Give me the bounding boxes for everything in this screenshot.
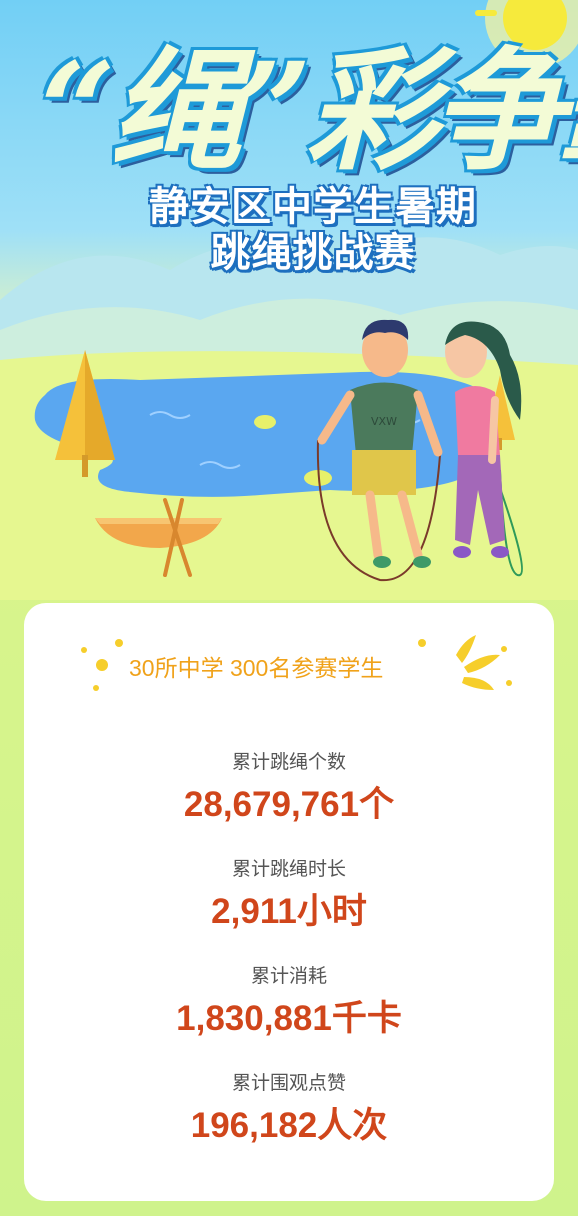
stat-value: 1,830,881千卡 (176, 999, 402, 1038)
participants-highlight: 30所中学 300名参赛学生 (24, 635, 554, 695)
stat-label: 累计跳绳时长 (231, 859, 346, 880)
shirt-logo: VXW (371, 415, 397, 428)
stat-value: 28,679,761个 (183, 785, 395, 824)
stats-card: 30所中学 300名参赛学生 累计跳绳个数 28,679,761个 累计跳绳时长… (24, 603, 554, 1201)
event-subtitle: 静安区中学生暑期 跳绳挑战赛 (118, 180, 508, 280)
lily-pad (254, 415, 276, 429)
stat-likes: 累计围观点赞 196,182人次 (24, 1071, 554, 1149)
stat-label: 累计围观点赞 (231, 1073, 346, 1094)
hero-banner: VXW “绳”彩争霸 静安区中学生暑期 跳绳挑战赛 (0, 0, 578, 600)
stat-label: 累计跳绳个数 (231, 752, 346, 773)
subtitle-line-1: 静安区中学生暑期 (149, 185, 477, 229)
stat-jump-count: 累计跳绳个数 28,679,761个 (24, 750, 554, 828)
subtitle-line-2: 跳绳挑战赛 (210, 231, 416, 275)
event-title: “绳”彩争霸 (40, 34, 578, 189)
stat-calories: 累计消耗 1,830,881千卡 (24, 964, 554, 1042)
stat-label: 累计消耗 (250, 966, 327, 987)
stat-value: 196,182人次 (190, 1106, 388, 1145)
stat-jump-duration: 累计跳绳时长 2,911小时 (24, 857, 554, 935)
stat-value: 2,911小时 (211, 892, 367, 931)
participants-text: 30所中学 300名参赛学生 (129, 655, 384, 681)
